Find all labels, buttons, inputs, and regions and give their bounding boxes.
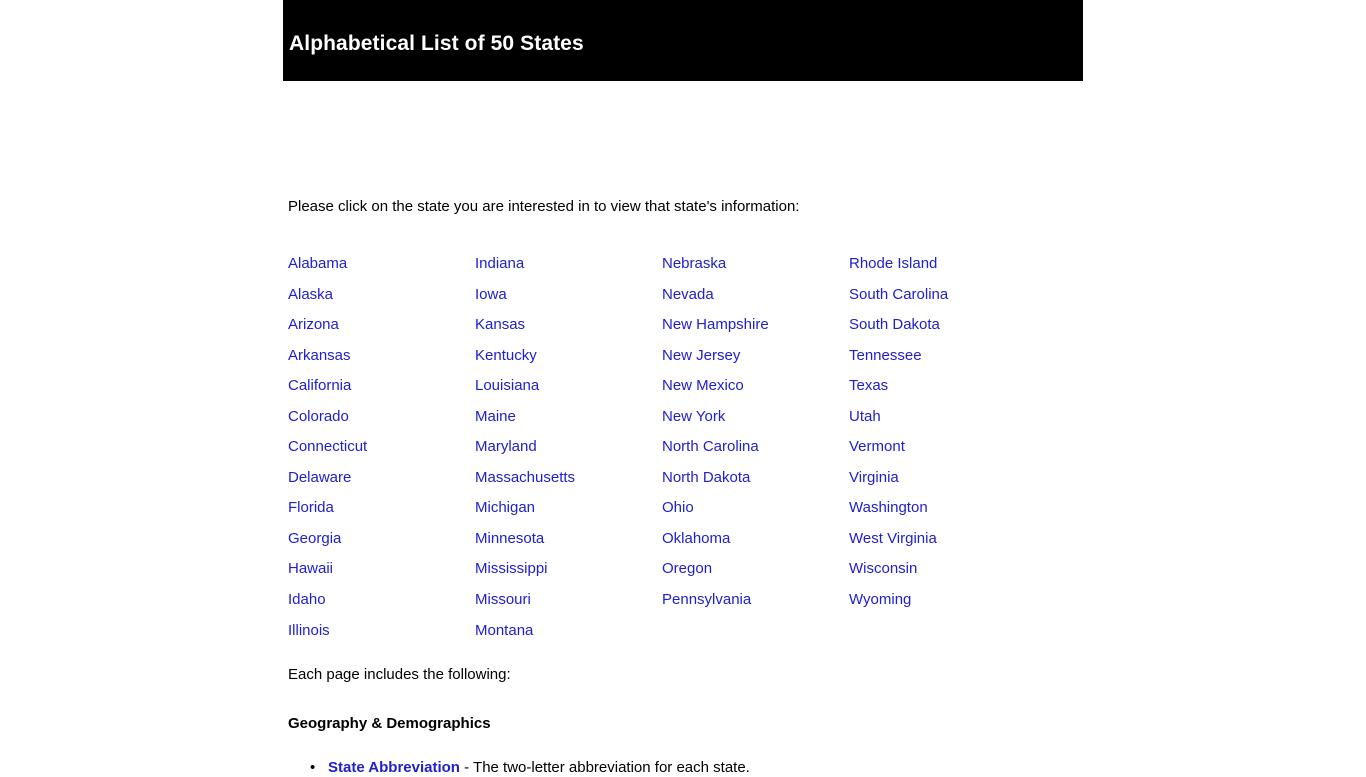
state-link-kansas[interactable]: Kansas [475, 310, 662, 341]
state-link-north-dakota[interactable]: North Dakota [662, 463, 849, 494]
state-link-new-hampshire[interactable]: New Hampshire [662, 310, 849, 341]
state-link-wisconsin[interactable]: Wisconsin [849, 554, 1036, 585]
state-link-virginia[interactable]: Virginia [849, 463, 1036, 494]
each-page-includes-label: Each page includes the following: [288, 666, 511, 683]
state-link-vermont[interactable]: Vermont [849, 432, 1036, 463]
state-link-grid: Alabama Alaska Arizona Arkansas Californ… [288, 249, 1088, 646]
state-link-california[interactable]: California [288, 371, 475, 402]
intro-instruction-text: Please click on the state you are intere… [288, 198, 800, 215]
state-link-delaware[interactable]: Delaware [288, 463, 475, 494]
state-link-illinois[interactable]: Illinois [288, 616, 475, 647]
state-link-mississippi[interactable]: Mississippi [475, 554, 662, 585]
state-link-rhode-island[interactable]: Rhode Island [849, 249, 1036, 280]
state-link-indiana[interactable]: Indiana [475, 249, 662, 280]
state-column-1: Alabama Alaska Arizona Arkansas Californ… [288, 249, 475, 646]
state-link-florida[interactable]: Florida [288, 493, 475, 524]
details-bullet-list: State Abbreviation - The two-letter abbr… [288, 759, 1188, 777]
header-spacer-region [283, 81, 1083, 191]
state-link-oregon[interactable]: Oregon [662, 554, 849, 585]
state-link-iowa[interactable]: Iowa [475, 280, 662, 311]
state-link-new-jersey[interactable]: New Jersey [662, 341, 849, 372]
state-link-idaho[interactable]: Idaho [288, 585, 475, 616]
state-link-nevada[interactable]: Nevada [662, 280, 849, 311]
state-column-2: Indiana Iowa Kansas Kentucky Louisiana M… [475, 249, 662, 646]
state-link-montana[interactable]: Montana [475, 616, 662, 647]
page-details-section: Each page includes the following: Geogra… [288, 666, 1188, 777]
state-link-west-virginia[interactable]: West Virginia [849, 524, 1036, 555]
state-link-arizona[interactable]: Arizona [288, 310, 475, 341]
state-link-wyoming[interactable]: Wyoming [849, 585, 1036, 616]
state-link-texas[interactable]: Texas [849, 371, 1036, 402]
state-link-kentucky[interactable]: Kentucky [475, 341, 662, 372]
state-link-new-york[interactable]: New York [662, 402, 849, 433]
page-header-banner: Alphabetical List of 50 States [283, 0, 1083, 81]
state-link-oklahoma[interactable]: Oklahoma [662, 524, 849, 555]
state-link-louisiana[interactable]: Louisiana [475, 371, 662, 402]
state-link-colorado[interactable]: Colorado [288, 402, 475, 433]
state-link-maine[interactable]: Maine [475, 402, 662, 433]
state-link-arkansas[interactable]: Arkansas [288, 341, 475, 372]
state-column-4: Rhode Island South Carolina South Dakota… [849, 249, 1036, 646]
state-link-south-dakota[interactable]: South Dakota [849, 310, 1036, 341]
state-link-massachusetts[interactable]: Massachusetts [475, 463, 662, 494]
page-title: Alphabetical List of 50 States [289, 32, 584, 55]
state-link-connecticut[interactable]: Connecticut [288, 432, 475, 463]
section-heading-geography-demographics: Geography & Demographics [288, 715, 491, 732]
intro-section: Please click on the state you are intere… [288, 198, 1288, 216]
state-link-ohio[interactable]: Ohio [662, 493, 849, 524]
state-link-alabama[interactable]: Alabama [288, 249, 475, 280]
state-link-south-carolina[interactable]: South Carolina [849, 280, 1036, 311]
state-link-pennsylvania[interactable]: Pennsylvania [662, 585, 849, 616]
state-link-missouri[interactable]: Missouri [475, 585, 662, 616]
state-link-maryland[interactable]: Maryland [475, 432, 662, 463]
state-link-nebraska[interactable]: Nebraska [662, 249, 849, 280]
state-link-new-mexico[interactable]: New Mexico [662, 371, 849, 402]
state-link-hawaii[interactable]: Hawaii [288, 554, 475, 585]
state-link-tennessee[interactable]: Tennessee [849, 341, 1036, 372]
state-link-washington[interactable]: Washington [849, 493, 1036, 524]
state-link-michigan[interactable]: Michigan [475, 493, 662, 524]
list-item: State Abbreviation - The two-letter abbr… [288, 759, 1188, 777]
state-link-utah[interactable]: Utah [849, 402, 1036, 433]
state-link-georgia[interactable]: Georgia [288, 524, 475, 555]
state-link-north-carolina[interactable]: North Carolina [662, 432, 849, 463]
state-link-alaska[interactable]: Alaska [288, 280, 475, 311]
state-link-minnesota[interactable]: Minnesota [475, 524, 662, 555]
state-column-3: Nebraska Nevada New Hampshire New Jersey… [662, 249, 849, 646]
page-root: Alphabetical List of 50 States Please cl… [0, 0, 1366, 777]
